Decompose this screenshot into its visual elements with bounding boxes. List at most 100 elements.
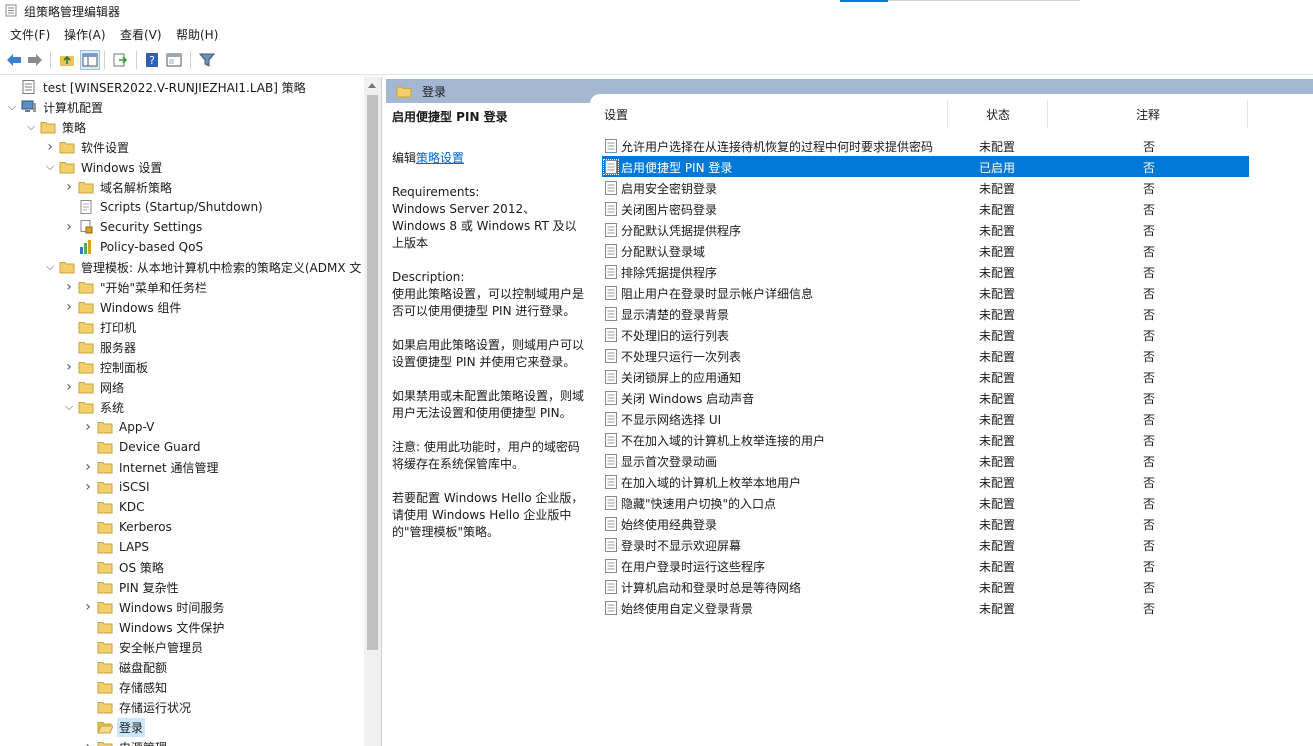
collapsed-chevron-icon[interactable]: › [63, 219, 75, 235]
collapsed-chevron-icon[interactable]: › [63, 179, 75, 195]
policy-setting-row[interactable]: 隐藏"快速用户切换"的入口点 未配置 否 [602, 492, 1249, 513]
policy-setting-row[interactable]: 启用便捷型 PIN 登录 已启用 否 [602, 156, 1249, 177]
tree-item[interactable]: 存储运行状况 [82, 697, 193, 717]
tree-item[interactable]: test [WINSER2022.V-RUNJIEZHAI1.LAB] 策略 [6, 77, 308, 97]
forward-button[interactable] [25, 50, 45, 70]
collapsed-chevron-icon[interactable]: › [44, 139, 56, 155]
edit-policy-link[interactable]: 策略设置 [416, 151, 464, 165]
tree-item[interactable]: › 控制面板 [63, 357, 150, 377]
collapsed-chevron-icon[interactable]: › [63, 359, 75, 375]
policy-setting-row[interactable]: 关闭图片密码登录 未配置 否 [602, 198, 1249, 219]
tree-item[interactable]: 磁盘配额 [82, 657, 169, 677]
collapsed-chevron-icon[interactable]: › [82, 739, 94, 746]
policy-setting-row[interactable]: 始终使用自定义登录背景 未配置 否 [602, 597, 1249, 618]
policy-setting-row[interactable]: 不处理只运行一次列表 未配置 否 [602, 345, 1249, 366]
scroll-up-icon[interactable] [368, 83, 376, 88]
tree-item[interactable]: › 电源管理 [82, 737, 169, 746]
column-header-setting[interactable]: 设置 [590, 100, 948, 128]
policy-setting-row[interactable]: 分配默认登录域 未配置 否 [602, 240, 1249, 261]
policy-setting-row[interactable]: 不处理旧的运行列表 未配置 否 [602, 324, 1249, 345]
tree-item[interactable]: 服务器 [63, 337, 138, 357]
tree-item[interactable]: ⌵ 计算机配置 [6, 97, 105, 117]
collapsed-chevron-icon[interactable]: › [82, 459, 94, 475]
policy-setting-row[interactable]: 不在加入域的计算机上枚举连接的用户 未配置 否 [602, 429, 1249, 450]
policy-setting-row[interactable]: 在加入域的计算机上枚举本地用户 未配置 否 [602, 471, 1249, 492]
scroll-thumb[interactable] [367, 95, 378, 650]
collapsed-chevron-icon[interactable]: › [63, 279, 75, 295]
menu-action[interactable]: 操作(A) [64, 26, 106, 43]
policy-setting-row[interactable]: 关闭 Windows 启动声音 未配置 否 [602, 387, 1249, 408]
export-list-button[interactable] [110, 50, 130, 70]
tree-item[interactable]: Windows 文件保护 [82, 617, 226, 637]
help-button[interactable]: ? [142, 50, 162, 70]
tree-item[interactable]: ⌵ 系统 [63, 397, 126, 417]
gpo-editor-app-icon [5, 4, 17, 17]
tree-item[interactable]: › iSCSI [82, 477, 152, 497]
tree-item[interactable]: OS 策略 [82, 557, 166, 577]
tree-item[interactable]: ⌵ 策略 [25, 117, 88, 137]
properties-button[interactable] [164, 50, 184, 70]
policy-setting-icon [604, 348, 618, 363]
menu-help[interactable]: 帮助(H) [176, 26, 218, 43]
policy-setting-row[interactable]: 始终使用经典登录 未配置 否 [602, 513, 1249, 534]
extended-description: 启用便捷型 PIN 登录 编辑策略设置 Requirements: Windows… [392, 109, 588, 558]
policy-setting-row[interactable]: 显示首次登录动画 未配置 否 [602, 450, 1249, 471]
expanded-chevron-icon[interactable]: ⌵ [6, 100, 18, 113]
tree-item[interactable]: 存储感知 [82, 677, 169, 697]
policy-setting-row[interactable]: 允许用户选择在从连接待机恢复的过程中何时要求提供密码 未配置 否 [602, 135, 1249, 156]
tree-item[interactable]: Scripts (Startup/Shutdown) [63, 197, 265, 217]
collapsed-chevron-icon[interactable]: › [82, 599, 94, 615]
policy-setting-row[interactable]: 启用安全密钥登录 未配置 否 [602, 177, 1249, 198]
column-header-state[interactable]: 状态 [948, 100, 1048, 128]
collapsed-chevron-icon[interactable]: › [63, 299, 75, 315]
menu-view[interactable]: 查看(V) [120, 26, 162, 43]
tree-item[interactable]: ⌵ 管理模板: 从本地计算机中检索的策略定义(ADMX 文 [44, 257, 363, 277]
tree-item[interactable]: Kerberos [82, 517, 174, 537]
column-header-comment[interactable]: 注释 [1048, 100, 1248, 128]
expanded-chevron-icon[interactable]: ⌵ [25, 120, 37, 133]
tree-item[interactable]: › 软件设置 [44, 137, 131, 157]
expanded-chevron-icon[interactable]: ⌵ [44, 160, 56, 173]
tree-item[interactable]: KDC [82, 497, 147, 517]
policy-setting-row[interactable]: 分配默认凭据提供程序 未配置 否 [602, 219, 1249, 240]
settings-list[interactable]: 设置 状态 注释 允许用户选择在从连接待机恢复的过程中何时要求提供密码 未配置否启… [590, 94, 1313, 746]
tree-item[interactable]: Device Guard [82, 437, 202, 457]
filter-button[interactable] [197, 50, 217, 70]
tree-item[interactable]: LAPS [82, 537, 151, 557]
policy-setting-row[interactable]: 关闭锁屏上的应用通知 未配置 否 [602, 366, 1249, 387]
policy-setting-row[interactable]: 计算机启动和登录时总是等待网络 未配置 否 [602, 576, 1249, 597]
tree-item[interactable]: › Windows 组件 [63, 297, 183, 317]
tree-item[interactable]: PIN 复杂性 [82, 577, 181, 597]
expanded-chevron-icon[interactable]: ⌵ [44, 260, 56, 273]
tree-item[interactable]: 打印机 [63, 317, 138, 337]
policy-setting-row[interactable]: 显示清楚的登录背景 未配置 否 [602, 303, 1249, 324]
collapsed-chevron-icon[interactable]: › [82, 479, 94, 495]
policy-setting-row[interactable]: 在用户登录时运行这些程序 未配置 否 [602, 555, 1249, 576]
tree-item[interactable]: 登录 [82, 717, 146, 737]
tree-item[interactable]: › Internet 通信管理 [82, 457, 220, 477]
tree-item[interactable]: › 网络 [63, 377, 126, 397]
tree-item[interactable]: › "开始"菜单和任务栏 [63, 277, 209, 297]
policy-setting-name: 关闭 Windows 启动声音 [621, 392, 755, 406]
show-hide-console-tree-button[interactable] [80, 50, 100, 70]
expanded-chevron-icon[interactable]: ⌵ [63, 400, 75, 413]
tree-item[interactable]: ⌵ Windows 设置 [44, 157, 164, 177]
console-tree[interactable]: test [WINSER2022.V-RUNJIEZHAI1.LAB] 策略 ⌵ 计… [0, 77, 382, 746]
up-level-button[interactable] [57, 50, 77, 70]
collapsed-chevron-icon[interactable]: › [82, 419, 94, 435]
tree-item[interactable]: 安全帐户管理员 [82, 637, 205, 657]
policy-setting-row[interactable]: 排除凭据提供程序 未配置 否 [602, 261, 1249, 282]
tree-item[interactable]: › App-V [82, 417, 156, 437]
policy-setting-icon [604, 369, 618, 384]
menu-file[interactable]: 文件(F) [10, 26, 50, 43]
tree-item[interactable]: › 域名解析策略 [63, 177, 174, 197]
tree-vertical-scrollbar[interactable] [364, 77, 381, 746]
collapsed-chevron-icon[interactable]: › [63, 379, 75, 395]
tree-item[interactable]: Policy-based QoS [63, 237, 205, 257]
policy-setting-row[interactable]: 阻止用户在登录时显示帐户详细信息 未配置 否 [602, 282, 1249, 303]
tree-item[interactable]: › Security Settings [63, 217, 204, 237]
policy-setting-row[interactable]: 登录时不显示欢迎屏幕 未配置 否 [602, 534, 1249, 555]
tree-item[interactable]: › Windows 时间服务 [82, 597, 226, 617]
policy-setting-row[interactable]: 不显示网络选择 UI 未配置 否 [602, 408, 1249, 429]
back-button[interactable] [4, 50, 24, 70]
